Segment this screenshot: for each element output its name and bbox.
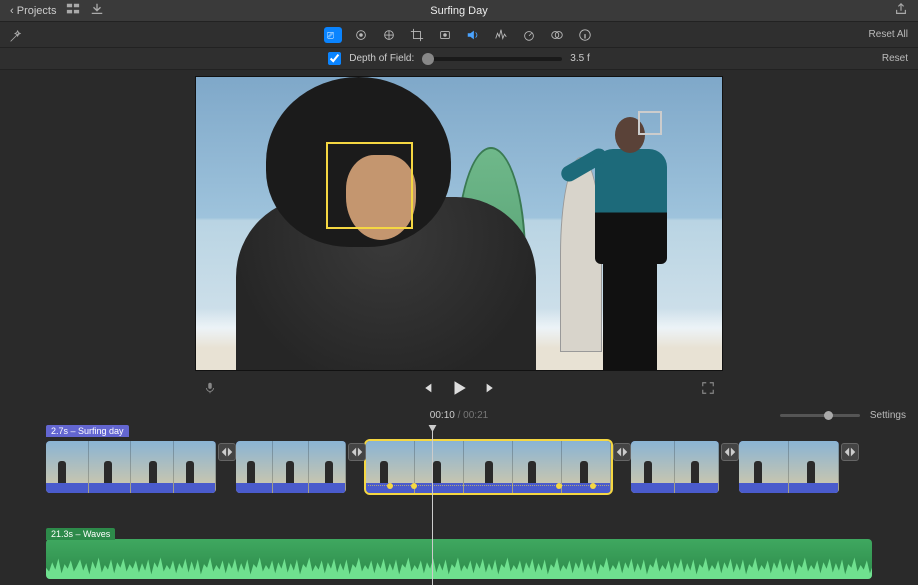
share-icon[interactable] xyxy=(894,7,908,19)
video-track[interactable] xyxy=(0,441,918,509)
back-to-projects-button[interactable]: ‹ Projects xyxy=(10,5,56,17)
video-clip[interactable] xyxy=(366,441,611,493)
audio-clip[interactable] xyxy=(46,539,872,579)
depth-of-field-slider[interactable] xyxy=(422,57,562,61)
reset-all-button[interactable]: Reset All xyxy=(869,29,908,40)
viewer-panel xyxy=(0,70,918,405)
clip-filter-tool[interactable] xyxy=(548,27,566,43)
color-balance-tool[interactable]: ⎚ xyxy=(324,27,342,43)
transition-icon[interactable] xyxy=(348,443,366,461)
info-tool[interactable] xyxy=(576,27,594,43)
video-clip[interactable] xyxy=(739,441,839,493)
crop-tool[interactable] xyxy=(408,27,426,43)
project-title: Surfing Day xyxy=(430,5,487,17)
transition-icon[interactable] xyxy=(218,443,236,461)
audio-waveform xyxy=(46,551,872,579)
video-clip[interactable] xyxy=(46,441,216,493)
magic-wand-icon[interactable] xyxy=(8,30,22,49)
depth-of-field-bar: Depth of Field: 3.5 f Reset xyxy=(0,48,918,70)
depth-of-field-value: 3.5 f xyxy=(570,53,589,64)
inspector-toolbar: ⎚ Reset All xyxy=(0,22,918,48)
transition-icon[interactable] xyxy=(613,443,631,461)
timeline-zoom-slider[interactable] xyxy=(780,414,860,417)
video-clip[interactable] xyxy=(631,441,719,493)
next-frame-button[interactable] xyxy=(484,381,498,400)
play-button[interactable] xyxy=(450,379,468,402)
timecode-display: 00:10 / 00:21 xyxy=(430,410,488,421)
audio-clip-label: 21.3s – Waves xyxy=(46,528,115,540)
speed-tool[interactable] xyxy=(520,27,538,43)
library-icon[interactable] xyxy=(66,2,80,19)
timeline[interactable]: 2.7s – Surfing day 21.3s – Waves xyxy=(0,425,918,585)
transition-icon[interactable] xyxy=(721,443,739,461)
import-icon[interactable] xyxy=(90,2,104,19)
reset-button[interactable]: Reset xyxy=(882,53,908,64)
voiceover-icon[interactable] xyxy=(203,381,217,400)
depth-of-field-checkbox[interactable] xyxy=(328,52,341,65)
transition-icon[interactable] xyxy=(841,443,859,461)
transport-controls xyxy=(195,375,723,405)
stabilization-tool[interactable] xyxy=(436,27,454,43)
video-clip-label: 2.7s – Surfing day xyxy=(46,425,129,437)
timecode-row: 00:10 / 00:21 Settings xyxy=(0,405,918,425)
fullscreen-icon[interactable] xyxy=(701,381,715,400)
noise-reduction-tool[interactable] xyxy=(492,27,510,43)
volume-tool[interactable] xyxy=(464,27,482,43)
prev-frame-button[interactable] xyxy=(420,381,434,400)
timeline-settings-button[interactable]: Settings xyxy=(870,410,906,421)
focus-box-secondary[interactable] xyxy=(638,111,662,135)
color-correction-tool[interactable] xyxy=(352,27,370,43)
focus-box-primary[interactable] xyxy=(326,142,413,229)
titlebar: ‹ Projects Surfing Day xyxy=(0,0,918,22)
depth-of-field-label: Depth of Field: xyxy=(349,53,414,64)
playhead[interactable] xyxy=(432,425,433,585)
white-balance-tool[interactable] xyxy=(380,27,398,43)
svg-text:⎚: ⎚ xyxy=(327,30,335,40)
video-clip[interactable] xyxy=(236,441,346,493)
video-preview[interactable] xyxy=(195,76,723,371)
